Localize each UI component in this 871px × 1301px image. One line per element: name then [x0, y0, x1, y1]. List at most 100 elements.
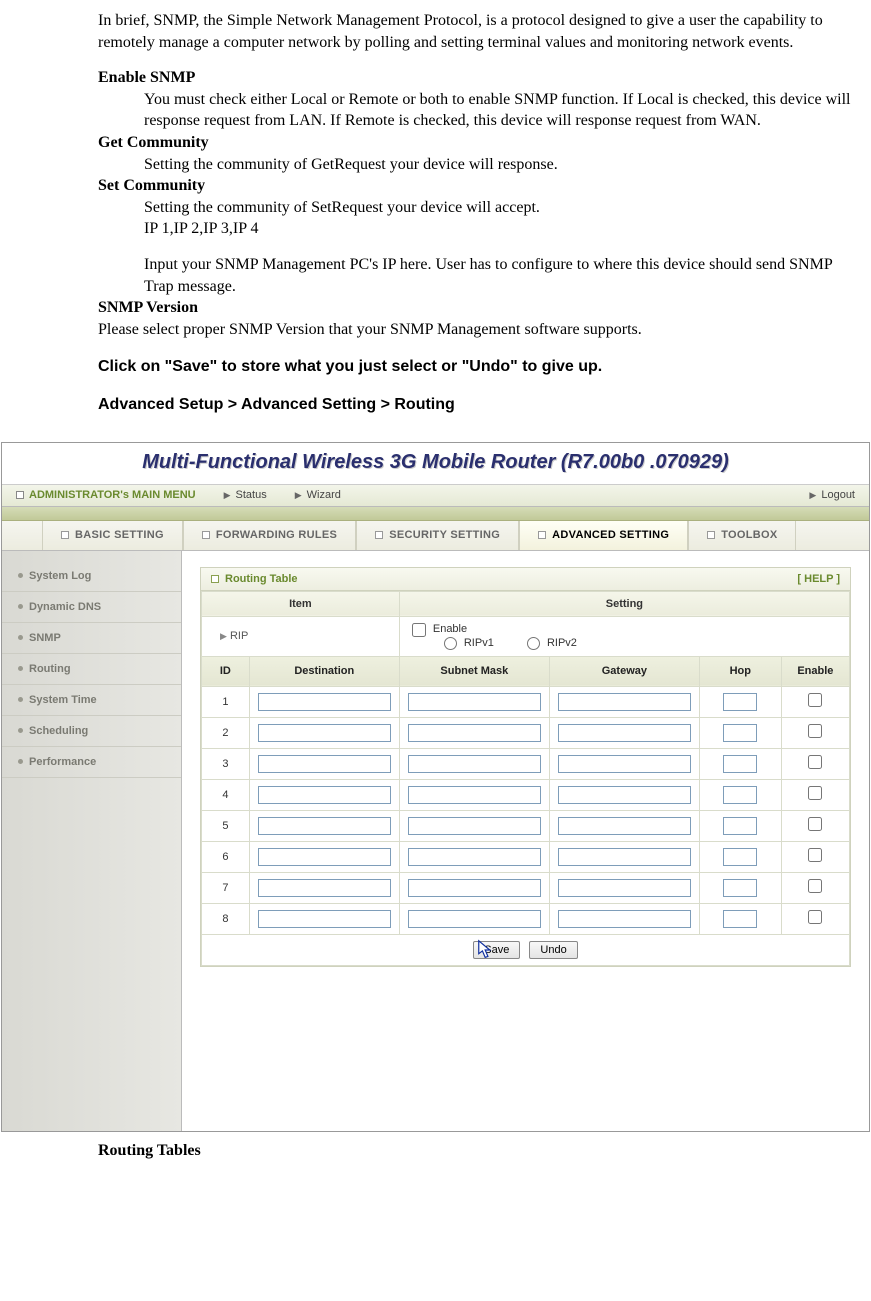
- gateway-input[interactable]: [558, 848, 691, 866]
- subnet-mask-input[interactable]: [408, 817, 541, 835]
- hop-input[interactable]: [723, 693, 757, 711]
- undo-button[interactable]: Undo: [529, 941, 577, 959]
- main-tabs: BASIC SETTINGFORWARDING RULESSECURITY SE…: [2, 521, 869, 551]
- table-row: 2: [202, 717, 850, 748]
- sidebar-item-system-time[interactable]: System Time: [2, 685, 181, 716]
- destination-input[interactable]: [258, 848, 391, 866]
- hop-input[interactable]: [723, 755, 757, 773]
- cell-dest: [249, 841, 399, 872]
- sidebar-item-dynamic-dns[interactable]: Dynamic DNS: [2, 592, 181, 623]
- main-menu-label[interactable]: ADMINISTRATOR's MAIN MENU: [2, 489, 210, 501]
- destination-input[interactable]: [258, 724, 391, 742]
- panel-header: Routing Table [ HELP ]: [201, 568, 850, 591]
- gateway-input[interactable]: [558, 786, 691, 804]
- sidebar-item-routing[interactable]: Routing: [2, 654, 181, 685]
- bullet-icon: [18, 759, 23, 764]
- cell-gw: [549, 717, 699, 748]
- subnet-mask-input[interactable]: [408, 910, 541, 928]
- destination-input[interactable]: [258, 879, 391, 897]
- enable-row-checkbox[interactable]: [808, 755, 822, 769]
- router-title: Multi-Functional Wireless 3G Mobile Rout…: [142, 451, 729, 473]
- menu-status[interactable]: ▶Status: [210, 489, 281, 501]
- save-note: Click on "Save" to store what you just s…: [98, 356, 851, 378]
- tab-basic-setting[interactable]: BASIC SETTING: [42, 521, 183, 550]
- cell-id: 1: [202, 686, 250, 717]
- hop-input[interactable]: [723, 910, 757, 928]
- destination-input[interactable]: [258, 755, 391, 773]
- enable-rip-checkbox[interactable]: Enable: [412, 623, 467, 635]
- cell-gw: [549, 686, 699, 717]
- cell-enable: [781, 872, 849, 903]
- enable-row-checkbox[interactable]: [808, 910, 822, 924]
- enable-row-checkbox[interactable]: [808, 817, 822, 831]
- subnet-mask-input[interactable]: [408, 724, 541, 742]
- cell-id: 7: [202, 872, 250, 903]
- hop-input[interactable]: [723, 848, 757, 866]
- menu-wizard[interactable]: ▶Wizard: [281, 489, 355, 501]
- square-icon: [16, 491, 24, 499]
- cell-id: 3: [202, 748, 250, 779]
- table-row: 4: [202, 779, 850, 810]
- cell-mask: [399, 841, 549, 872]
- ripv1-radio[interactable]: RIPv1: [444, 637, 494, 649]
- gateway-input[interactable]: [558, 693, 691, 711]
- tab-toolbox[interactable]: TOOLBOX: [688, 521, 796, 550]
- enable-row-checkbox[interactable]: [808, 786, 822, 800]
- menu-logout[interactable]: ▶Logout: [795, 489, 869, 501]
- gateway-input[interactable]: [558, 910, 691, 928]
- router-screenshot: Multi-Functional Wireless 3G Mobile Rout…: [1, 442, 870, 1132]
- enable-row-checkbox[interactable]: [808, 848, 822, 862]
- destination-input[interactable]: [258, 817, 391, 835]
- enable-row-checkbox[interactable]: [808, 724, 822, 738]
- help-link[interactable]: [ HELP ]: [797, 573, 840, 585]
- subnet-mask-input[interactable]: [408, 879, 541, 897]
- tab-advanced-setting[interactable]: ADVANCED SETTING: [519, 521, 688, 550]
- tab-security-setting[interactable]: SECURITY SETTING: [356, 521, 519, 550]
- sidebar-item-performance[interactable]: Performance: [2, 747, 181, 778]
- cell-gw: [549, 779, 699, 810]
- destination-input[interactable]: [258, 786, 391, 804]
- cell-hop: [699, 903, 781, 934]
- table-row: 7: [202, 872, 850, 903]
- gateway-input[interactable]: [558, 724, 691, 742]
- square-icon: [538, 531, 546, 539]
- cell-id: 6: [202, 841, 250, 872]
- subnet-mask-input[interactable]: [408, 693, 541, 711]
- gateway-input[interactable]: [558, 817, 691, 835]
- destination-input[interactable]: [258, 693, 391, 711]
- doc-intro: In brief, SNMP, the Simple Network Manag…: [98, 10, 851, 53]
- cell-dest: [249, 810, 399, 841]
- hop-input[interactable]: [723, 724, 757, 742]
- col-mask: Subnet Mask: [399, 656, 549, 686]
- sidebar-item-snmp[interactable]: SNMP: [2, 623, 181, 654]
- sidebar-item-system-log[interactable]: System Log: [2, 561, 181, 592]
- desc-set-community-3: Input your SNMP Management PC's IP here.…: [144, 254, 851, 297]
- gateway-input[interactable]: [558, 879, 691, 897]
- col-dest: Destination: [249, 656, 399, 686]
- enable-row-checkbox[interactable]: [808, 879, 822, 893]
- cell-mask: [399, 810, 549, 841]
- chevron-right-icon: ▶: [295, 490, 302, 501]
- cell-enable: [781, 810, 849, 841]
- destination-input[interactable]: [258, 910, 391, 928]
- cell-enable: [781, 841, 849, 872]
- hop-input[interactable]: [723, 817, 757, 835]
- subnet-mask-input[interactable]: [408, 786, 541, 804]
- cell-hop: [699, 779, 781, 810]
- tab-forwarding-rules[interactable]: FORWARDING RULES: [183, 521, 356, 550]
- enable-row-checkbox[interactable]: [808, 693, 822, 707]
- hop-input[interactable]: [723, 879, 757, 897]
- col-gw: Gateway: [549, 656, 699, 686]
- panel-title: Routing Table: [225, 573, 298, 585]
- subnet-mask-input[interactable]: [408, 848, 541, 866]
- subnet-mask-input[interactable]: [408, 755, 541, 773]
- sidebar-item-scheduling[interactable]: Scheduling: [2, 716, 181, 747]
- cursor-icon: [476, 939, 498, 961]
- ripv2-radio[interactable]: RIPv2: [527, 637, 577, 649]
- cell-id: 5: [202, 810, 250, 841]
- hop-input[interactable]: [723, 786, 757, 804]
- table-row: 8: [202, 903, 850, 934]
- cell-id: 4: [202, 779, 250, 810]
- gateway-input[interactable]: [558, 755, 691, 773]
- rip-item: ▶ RIP: [202, 616, 400, 656]
